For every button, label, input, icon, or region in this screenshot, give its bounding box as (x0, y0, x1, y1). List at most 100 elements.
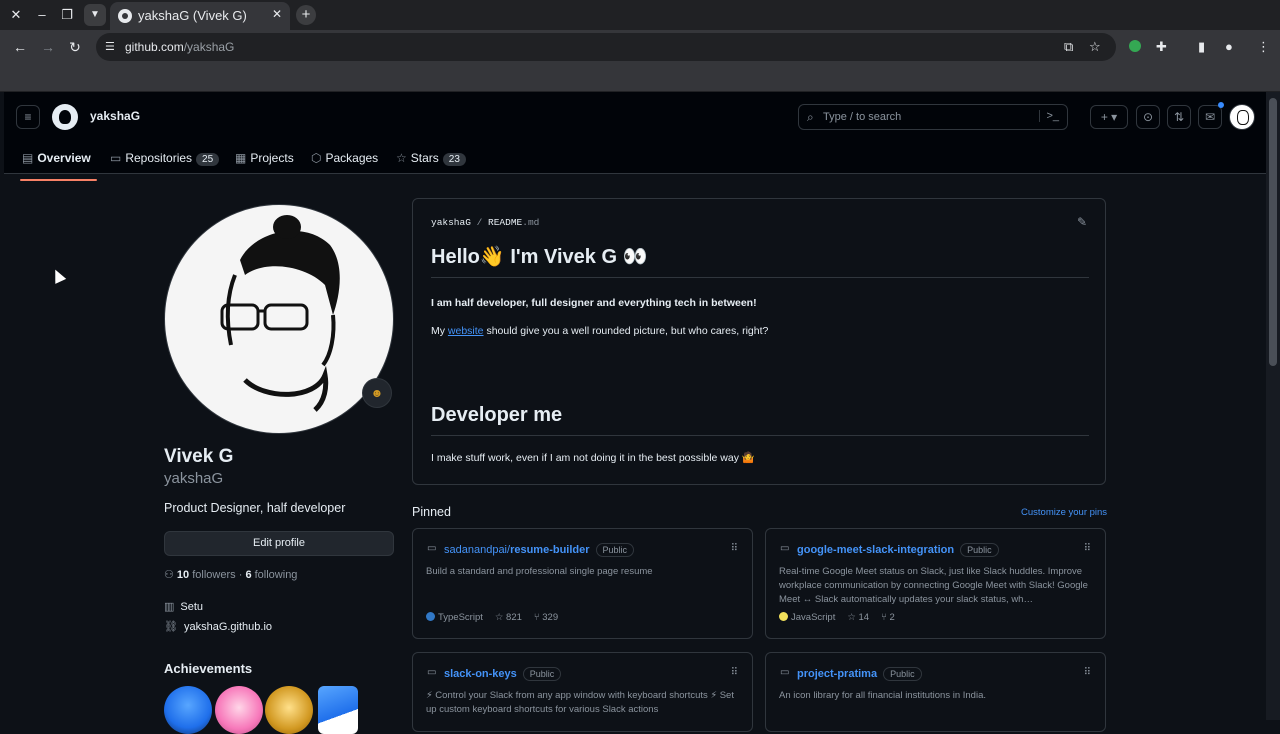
language-color-dot (426, 612, 435, 621)
repo-description: Real-time Google Meet status on Slack, j… (779, 566, 1088, 605)
tab-title: yakshaG (Vivek G) (138, 8, 247, 23)
people-icon: ⚇ (164, 569, 177, 581)
visibility-badge: Public (960, 543, 999, 557)
avatar-illustration (220, 215, 340, 412)
repo-icon: ▭ (780, 667, 790, 678)
tab-overview[interactable]: ▤ Overview (20, 151, 97, 181)
stargazers-link[interactable]: ☆ 14 (847, 612, 869, 623)
forks-link[interactable]: ⑂ 2 (881, 612, 895, 623)
repo-description: Build a standard and professional single… (426, 566, 653, 577)
create-new-button[interactable]: + ▾ (1090, 105, 1128, 129)
extension-icon[interactable] (1129, 40, 1141, 52)
readme-box: yakshaG / README.md ✎ Hello👋 I'm Vivek G… (412, 198, 1106, 485)
drag-handle-icon[interactable]: ⠿ (731, 543, 738, 554)
url-text: github.com/yakshaG (125, 40, 235, 54)
readme-developer-text: I make stuff work, even if I am not doin… (431, 452, 755, 464)
tab-strip: ✕ – ❐ ▼ yakshaG (Vivek G) ✕ + (0, 0, 1280, 30)
drag-handle-icon[interactable]: ⠿ (731, 667, 738, 678)
stargazers-link[interactable]: ☆ 821 (495, 612, 522, 623)
notification-dot (1218, 102, 1224, 108)
bookmarks-bar (0, 64, 1280, 92)
page-scrollbar[interactable] (1266, 92, 1280, 720)
minimize-window-icon[interactable]: – (32, 5, 52, 25)
profile-name: Vivek G (164, 446, 234, 467)
inbox-icon[interactable]: ✉ (1198, 105, 1222, 129)
profile-company: ▥ Setu (164, 601, 204, 613)
repo-link[interactable]: slack-on-keys Public (444, 667, 562, 681)
table-icon: ▦ (235, 151, 247, 165)
readme-path: yakshaG / README.md (431, 217, 540, 228)
visibility-badge: Public (883, 667, 922, 681)
bookmark-star-icon[interactable]: ☆ (1089, 39, 1101, 55)
search-input[interactable]: ⌕ Type / to search >_ (798, 104, 1068, 130)
achievement-pull-shark-icon[interactable] (318, 686, 358, 734)
readme-intro: I am half developer, full designer and e… (431, 297, 757, 309)
forks-link[interactable]: ⑂ 329 (534, 612, 558, 623)
tab-repositories[interactable]: ▭ Repositories 25 (110, 151, 220, 181)
drag-handle-icon[interactable]: ⠿ (1084, 543, 1091, 554)
visibility-badge: Public (522, 667, 562, 681)
achievement-quickdraw-icon[interactable] (265, 686, 313, 734)
reload-icon[interactable]: ↻ (66, 38, 84, 56)
repo-link[interactable]: project-pratima Public (797, 667, 922, 681)
achievement-shark-icon[interactable] (164, 686, 212, 734)
drag-handle-icon[interactable]: ⠿ (1084, 667, 1091, 678)
header-username[interactable]: yakshaG (90, 109, 140, 123)
repo-icon: ▭ (427, 543, 437, 554)
followers-link[interactable]: 10 followers (177, 569, 236, 581)
following-link[interactable]: 6 following (245, 569, 297, 581)
tab-search-button[interactable]: ▼ (84, 4, 106, 26)
organization-icon: ▥ (164, 601, 175, 613)
side-panel-icon[interactable]: ▮ (1198, 39, 1205, 55)
install-app-icon[interactable]: ⧉ (1064, 39, 1073, 55)
pull-requests-icon[interactable]: ⇅ (1167, 105, 1191, 129)
github-favicon-icon (118, 9, 132, 23)
mouse-cursor-icon (49, 267, 67, 284)
set-status-icon[interactable]: ☻ (362, 378, 392, 408)
repo-link[interactable]: sadanandpai/resume-builder Public (444, 543, 635, 557)
address-bar[interactable]: ☰ github.com/yakshaG ⧉ ☆ (96, 33, 1116, 61)
browser-chrome: ✕ – ❐ ▼ yakshaG (Vivek G) ✕ + ← → ↻ ☰ gi… (0, 0, 1280, 92)
restore-window-icon[interactable]: ❐ (57, 5, 77, 25)
profile-website[interactable]: ⛓ yakshaG.github.io (164, 620, 272, 633)
profile-bio: Product Designer, half developer (164, 501, 346, 515)
readme-website-link[interactable]: website (448, 325, 484, 337)
new-tab-button[interactable]: + (296, 5, 316, 25)
forward-icon[interactable]: → (39, 38, 57, 56)
language-color-dot (779, 612, 788, 621)
extensions-puzzle-icon[interactable]: ✚ (1156, 39, 1167, 55)
command-palette-icon[interactable]: >_ (1039, 110, 1059, 122)
scrollbar-thumb[interactable] (1269, 98, 1277, 366)
follow-stats: ⚇ 10 followers · 6 following (164, 569, 298, 581)
edit-readme-icon[interactable]: ✎ (1077, 215, 1087, 229)
close-tab-icon[interactable]: ✕ (272, 7, 282, 21)
achievement-yolo-icon[interactable] (215, 686, 263, 734)
profile-icon[interactable]: ● (1225, 39, 1233, 54)
repo-link[interactable]: google-meet-slack-integration Public (797, 543, 999, 557)
issues-icon[interactable]: ⊙ (1136, 105, 1160, 129)
search-icon: ⌕ (807, 110, 814, 124)
profile-avatar[interactable] (164, 204, 394, 434)
readme-website-line: My website should give you a well rounde… (431, 325, 769, 337)
tab-stars[interactable]: ☆ Stars 23 (396, 151, 466, 181)
user-avatar[interactable] (1229, 104, 1255, 130)
customize-pins-link[interactable]: Customize your pins (1021, 507, 1107, 518)
link-icon: ⛓ (164, 621, 178, 633)
edit-profile-button[interactable]: Edit profile (164, 531, 394, 556)
star-icon: ☆ (396, 151, 407, 165)
browser-menu-icon[interactable]: ⋮ (1257, 39, 1270, 55)
profile-login: yakshaG (164, 470, 224, 487)
tab-projects[interactable]: ▦ Projects (235, 151, 294, 181)
back-icon[interactable]: ← (11, 38, 29, 56)
repo-icon: ▭ (110, 151, 122, 165)
hamburger-menu-icon[interactable]: ≡ (16, 105, 40, 129)
browser-toolbar: ← → ↻ ☰ github.com/yakshaG ⧉ ☆ ✚ ▮ ● ⋮ (0, 30, 1280, 64)
tab-packages[interactable]: ⬡ Packages (311, 151, 378, 181)
browser-tab[interactable]: yakshaG (Vivek G) ✕ (110, 2, 290, 30)
site-info-icon[interactable]: ☰ (105, 40, 115, 53)
github-logo-icon[interactable] (52, 104, 78, 130)
close-window-icon[interactable]: ✕ (6, 5, 26, 25)
github-header: ≡ yakshaG ⌕ Type / to search >_ + ▾ ⊙ ⇅ … (4, 92, 1266, 181)
achievements-heading: Achievements (164, 661, 253, 676)
readme-owner[interactable]: yakshaG (431, 217, 471, 228)
